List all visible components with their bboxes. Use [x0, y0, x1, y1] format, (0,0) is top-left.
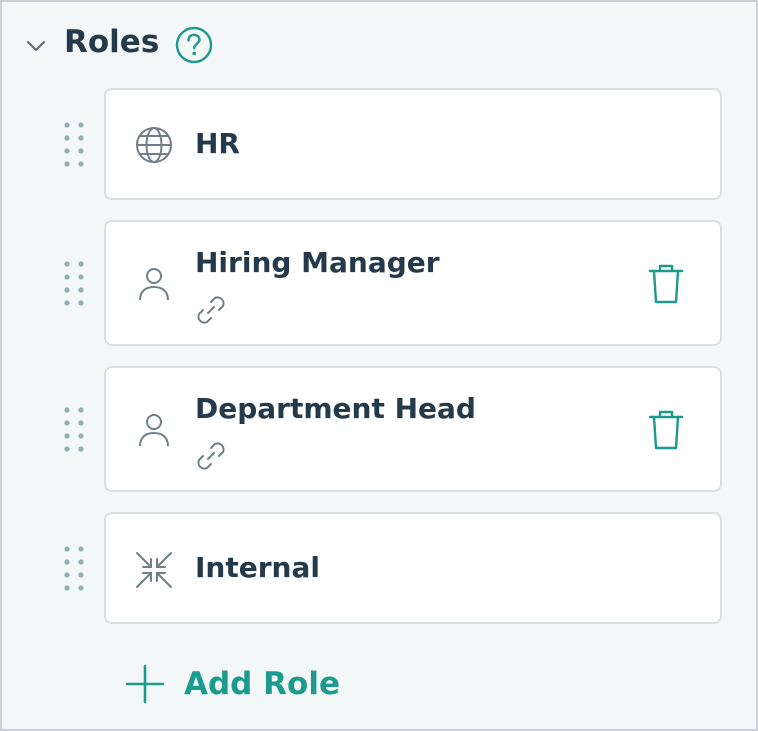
add-role-button[interactable]: Add Role: [124, 659, 340, 709]
role-card-department-head[interactable]: Department Head: [104, 366, 722, 492]
role-label: Department Head: [195, 392, 476, 425]
role-label: Hiring Manager: [195, 246, 440, 279]
trash-icon[interactable]: [646, 408, 686, 452]
plus-icon: [125, 664, 165, 704]
role-card-internal[interactable]: Internal: [104, 512, 722, 624]
help-icon[interactable]: [174, 25, 214, 65]
drag-handle-icon[interactable]: [60, 543, 88, 593]
role-row: HR: [2, 88, 756, 200]
trash-icon[interactable]: [646, 262, 686, 306]
role-row: Hiring Manager: [2, 220, 756, 346]
section-title: Roles: [64, 24, 160, 60]
link-icon[interactable]: [194, 293, 228, 327]
link-icon[interactable]: [194, 439, 228, 473]
role-label: Internal: [195, 551, 320, 584]
role-row: Internal: [2, 512, 756, 624]
role-card-hiring-manager[interactable]: Hiring Manager: [104, 220, 722, 346]
roles-panel: Roles HR Hiring Manager Department Head …: [0, 0, 758, 731]
globe-icon: [136, 127, 172, 163]
user-icon: [139, 268, 169, 301]
internal-icon: [136, 552, 172, 588]
drag-handle-icon[interactable]: [60, 404, 88, 454]
role-row: Department Head: [2, 366, 756, 492]
drag-handle-icon[interactable]: [60, 119, 88, 169]
roles-section-header: Roles: [2, 2, 756, 86]
role-card-hr[interactable]: HR: [104, 88, 722, 200]
role-label: HR: [195, 127, 240, 160]
add-role-label: Add Role: [184, 666, 340, 702]
drag-handle-icon[interactable]: [60, 258, 88, 308]
chevron-down-icon[interactable]: [24, 34, 48, 58]
user-icon: [139, 414, 169, 447]
